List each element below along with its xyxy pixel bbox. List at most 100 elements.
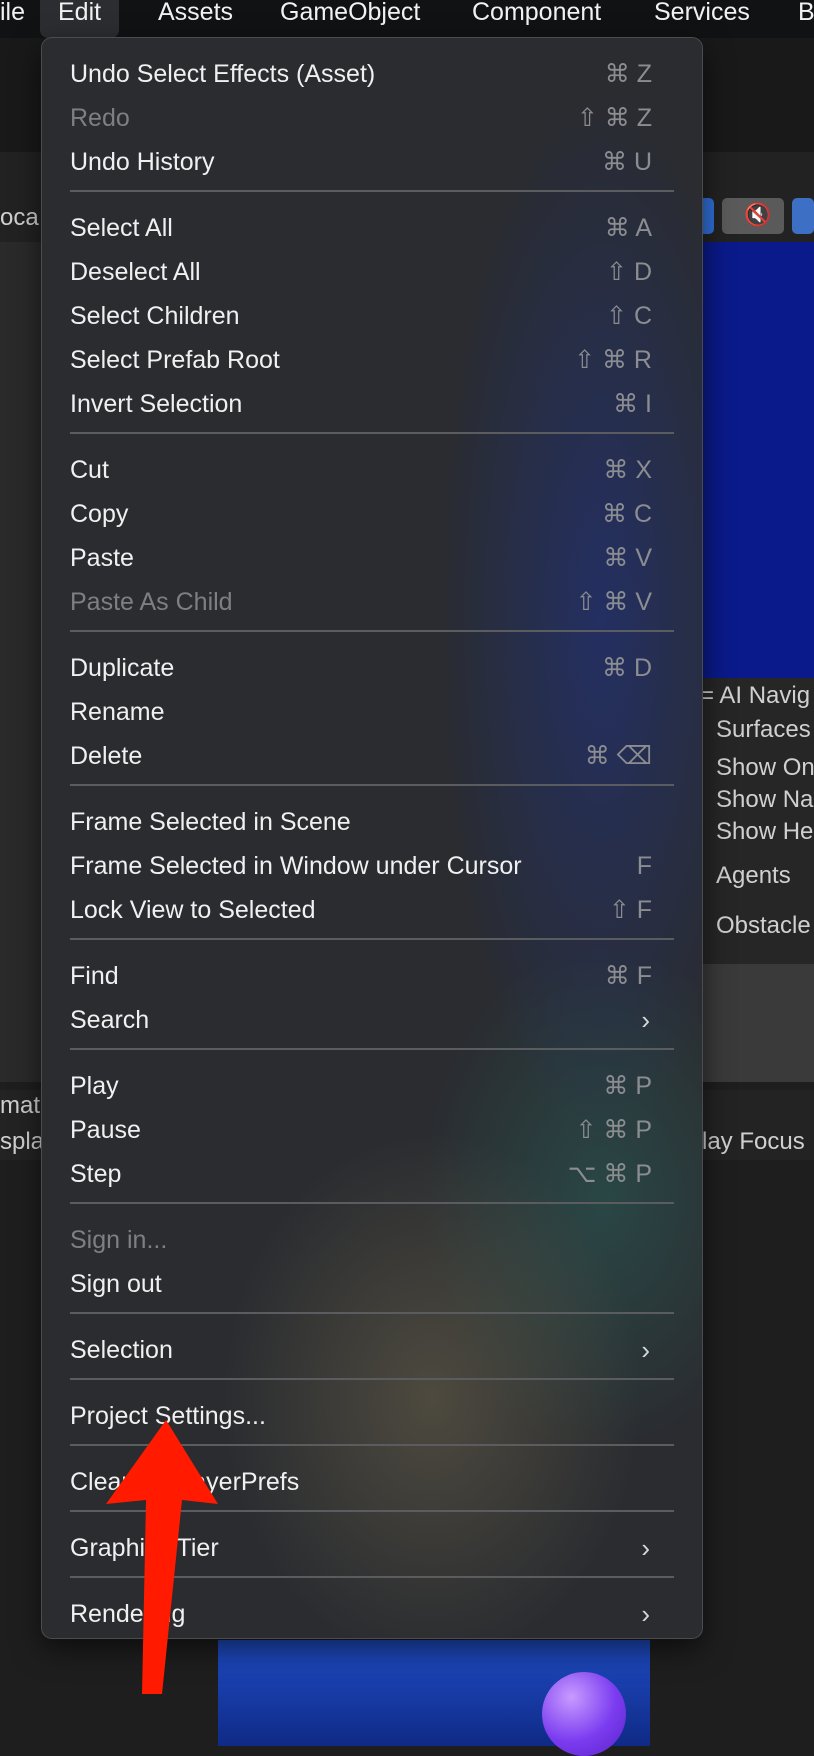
menu-item-step[interactable]: Step ⌥ ⌘ P xyxy=(70,1152,680,1196)
edit-menu: Undo Select Effects (Asset) ⌘ Z Redo ⇧ ⌘ Z U… xyxy=(42,38,702,1638)
menu-item-label: Undo History xyxy=(70,148,215,176)
menu-item-label: Selection xyxy=(70,1336,173,1364)
menu-item-label: Cut xyxy=(70,456,109,484)
menu-item-label: Find xyxy=(70,962,119,990)
menu-item-invert-selection[interactable]: Invert Selection ⌘ I xyxy=(70,382,680,426)
menu-item-label: Paste xyxy=(70,544,134,572)
menu-item-label: Copy xyxy=(70,500,129,528)
menu-item-label: Pause xyxy=(70,1116,141,1144)
menu-build[interactable]: B xyxy=(798,0,814,38)
scene-view[interactable] xyxy=(700,242,814,678)
nav-item-show-only[interactable]: Show On xyxy=(716,754,814,782)
menu-separator xyxy=(70,1202,674,1204)
menu-separator xyxy=(70,190,674,192)
menu-item-label: Search xyxy=(70,1006,150,1034)
menu-item-copy[interactable]: Copy ⌘ C xyxy=(70,492,680,536)
audio-mute-button[interactable]: 🔇 xyxy=(722,198,784,234)
menu-item-undo-history[interactable]: Undo History ⌘ U xyxy=(70,140,680,184)
menu-separator xyxy=(70,1510,674,1512)
chevron-right-icon: › xyxy=(641,1335,650,1365)
menu-item-label: Select All xyxy=(70,214,173,242)
menu-item-undo-select-effects-asset[interactable]: Undo Select Effects (Asset) ⌘ Z xyxy=(70,52,680,96)
menu-item-shortcut: ⇧ ⌘ Z xyxy=(576,104,652,132)
menu-item-shortcut: ⇧ ⌘ P xyxy=(575,1116,652,1144)
menu-component[interactable]: Component xyxy=(472,0,601,38)
menu-item-label: Step xyxy=(70,1160,122,1188)
menu-item-shortcut: F xyxy=(636,852,652,880)
menu-item-shortcut: ⌘ P xyxy=(603,1072,652,1100)
menu-item-shortcut: ⇧ ⌘ V xyxy=(575,588,652,616)
menu-item-rendering[interactable]: Rendering › xyxy=(70,1592,680,1636)
menu-item-label: Select Children xyxy=(70,302,240,330)
nav-item-surfaces[interactable]: Surfaces xyxy=(716,716,811,744)
menu-item-find[interactable]: Find ⌘ F xyxy=(70,954,680,998)
menu-item-frame-selected-in-window-under-cursor[interactable]: Frame Selected in Window under Cursor F xyxy=(70,844,680,888)
menu-item-label: Redo xyxy=(70,104,130,132)
menu-separator xyxy=(70,630,674,632)
menu-separator xyxy=(70,784,674,786)
menu-item-rename[interactable]: Rename xyxy=(70,690,680,734)
menu-item-redo: Redo ⇧ ⌘ Z xyxy=(70,96,680,140)
chevron-right-icon: › xyxy=(641,1599,650,1629)
menu-item-project-settings[interactable]: Project Settings... xyxy=(70,1394,680,1438)
menu-item-delete[interactable]: Delete ⌘ ⌫ xyxy=(70,734,680,778)
menu-item-frame-selected-in-scene[interactable]: Frame Selected in Scene xyxy=(70,800,680,844)
menu-item-shortcut: ⌘ F xyxy=(604,962,652,990)
menu-item-play[interactable]: Play ⌘ P xyxy=(70,1064,680,1108)
menu-item-pause[interactable]: Pause ⇧ ⌘ P xyxy=(70,1108,680,1152)
menu-item-label: Rendering xyxy=(70,1600,186,1628)
menu-separator xyxy=(70,1048,674,1050)
menu-item-duplicate[interactable]: Duplicate ⌘ D xyxy=(70,646,680,690)
menu-item-label: Select Prefab Root xyxy=(70,346,280,374)
menu-item-sign-out[interactable]: Sign out xyxy=(70,1262,680,1306)
menu-item-select-children[interactable]: Select Children ⇧ C xyxy=(70,294,680,338)
chevron-right-icon: › xyxy=(641,1005,650,1035)
menu-item-clear-all-playerprefs[interactable]: Clear All PlayerPrefs xyxy=(70,1460,680,1504)
menu-item-paste[interactable]: Paste ⌘ V xyxy=(70,536,680,580)
menu-file[interactable]: ile xyxy=(0,0,25,38)
nav-item-show-height[interactable]: Show He xyxy=(716,818,813,846)
menu-item-select-prefab-root[interactable]: Select Prefab Root ⇧ ⌘ R xyxy=(70,338,680,382)
menu-services[interactable]: Services xyxy=(654,0,750,38)
menu-item-label: Undo Select Effects (Asset) xyxy=(70,60,376,88)
purple-ball xyxy=(542,1672,626,1756)
nav-item-obstacles[interactable]: Obstacle xyxy=(716,912,811,940)
menu-item-label: Frame Selected in Window under Cursor xyxy=(70,852,522,880)
menu-item-shortcut: ⇧ D xyxy=(606,258,652,286)
menu-item-shortcut: ⌘ A xyxy=(604,214,652,242)
left-panel xyxy=(0,242,46,1082)
menu-item-label: Delete xyxy=(70,742,143,770)
menu-item-selection[interactable]: Selection › xyxy=(70,1328,680,1372)
play-focused-label[interactable]: lay Focus xyxy=(702,1128,805,1156)
menu-item-graphics-tier[interactable]: Graphics Tier › xyxy=(70,1526,680,1570)
left-label-1: mat xyxy=(0,1092,41,1119)
left-panel-label: oca xyxy=(0,204,39,231)
menu-item-shortcut: ⌘ ⌫ xyxy=(584,742,652,770)
menu-item-shortcut: ⌘ D xyxy=(602,654,652,682)
menu-item-search[interactable]: Search › xyxy=(70,998,680,1042)
menu-item-shortcut: ⌥ ⌘ P xyxy=(567,1160,652,1188)
chevron-right-icon: › xyxy=(641,1533,650,1563)
menu-item-shortcut: ⌘ U xyxy=(602,148,652,176)
menu-item-cut[interactable]: Cut ⌘ X xyxy=(70,448,680,492)
menu-item-label: Sign out xyxy=(70,1270,162,1298)
menu-item-shortcut: ⇧ C xyxy=(606,302,652,330)
mute-icon: 🔇 xyxy=(744,202,772,227)
menu-item-label: Project Settings... xyxy=(70,1402,266,1430)
nav-item-agents[interactable]: Agents xyxy=(716,862,791,890)
menu-item-label: Invert Selection xyxy=(70,390,243,418)
menu-item-select-all[interactable]: Select All ⌘ A xyxy=(70,206,680,250)
menu-gameobject[interactable]: GameObject xyxy=(280,0,420,38)
menu-edit[interactable]: Edit xyxy=(40,0,120,38)
menu-item-label: Clear All PlayerPrefs xyxy=(70,1468,300,1496)
menu-separator xyxy=(70,1444,674,1446)
nav-item-show-navmesh[interactable]: Show Na xyxy=(716,786,813,814)
menu-separator xyxy=(70,1312,674,1314)
menu-item-label: Graphics Tier xyxy=(70,1534,219,1562)
menu-item-deselect-all[interactable]: Deselect All ⇧ D xyxy=(70,250,680,294)
menu-assets[interactable]: Assets xyxy=(158,0,233,38)
layers-button[interactable] xyxy=(792,198,814,234)
menu-item-lock-view-to-selected[interactable]: Lock View to Selected ⇧ F xyxy=(70,888,680,932)
menu-item-shortcut: ⇧ ⌘ R xyxy=(574,346,652,374)
menu-item-label: Deselect All xyxy=(70,258,201,286)
